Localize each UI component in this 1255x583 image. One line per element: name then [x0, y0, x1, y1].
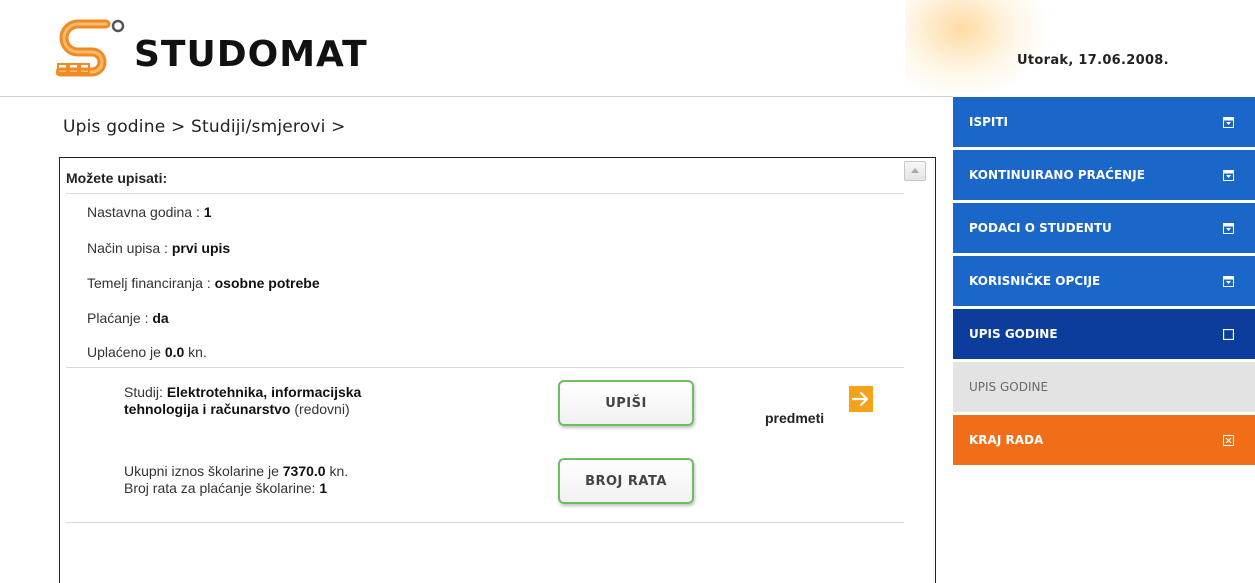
divider: [66, 522, 904, 523]
installments-button[interactable]: BROJ RATA: [558, 458, 694, 504]
menu-item-kraj-rada[interactable]: KRAJ RADA: [953, 415, 1255, 465]
collapse-icon: [1223, 329, 1234, 340]
header: STUDOMAT Utorak, 17.06.2008.: [0, 0, 1255, 97]
close-box-icon: [1223, 435, 1234, 446]
panel-title: Možete upisati:: [66, 170, 168, 186]
info-enrollment-type: Način upisa : prvi upis: [87, 240, 231, 256]
arrow-right-icon: [852, 392, 869, 406]
subjects-label[interactable]: predmeti: [765, 410, 824, 426]
expand-icon: [1223, 170, 1234, 181]
menu-item-ispiti[interactable]: ISPITI: [953, 97, 1255, 147]
subjects-arrow-button[interactable]: [849, 386, 873, 412]
info-paid-amount: Uplaćeno je 0.0 kn.: [87, 344, 207, 360]
studomat-logo: STUDOMAT: [56, 19, 368, 77]
enroll-button[interactable]: UPIŠI: [558, 380, 694, 426]
divider: [66, 193, 904, 194]
submenu-item-upis-godine[interactable]: UPIS GODINE: [953, 362, 1255, 412]
divider: [66, 367, 904, 368]
info-payment: Plaćanje : da: [87, 310, 169, 326]
menu-item-korisnicke-opcije[interactable]: KORISNIČKE OPCIJE: [953, 256, 1255, 306]
logo-text: STUDOMAT: [134, 34, 368, 75]
menu-item-podaci-o-studentu[interactable]: PODACI O STUDENTU: [953, 203, 1255, 253]
menu-item-kontinuirano-pracenje[interactable]: KONTINUIRANO PRAĆENJE: [953, 150, 1255, 200]
side-menu: ISPITI KONTINUIRANO PRAĆENJE PODACI O ST…: [953, 97, 1255, 468]
header-divider: [0, 96, 953, 97]
info-funding-basis: Temelj financiranja : osobne potrebe: [87, 275, 320, 291]
expand-icon: [1223, 223, 1234, 234]
breadcrumb: Upis godine > Studiji/smjerovi >: [63, 117, 346, 137]
expand-icon: [1223, 117, 1234, 128]
tuition-info: Ukupni iznos školarine je 7370.0 kn. Bro…: [124, 463, 349, 496]
expand-icon: [1223, 276, 1234, 287]
study-program: Studij: Elektrotehnika, informacijska te…: [124, 384, 362, 417]
current-date: Utorak, 17.06.2008.: [1017, 53, 1169, 68]
menu-item-upis-godine[interactable]: UPIS GODINE: [953, 309, 1255, 359]
info-academic-year: Nastavna godina : 1: [87, 204, 212, 220]
scroll-up-button[interactable]: [904, 161, 926, 181]
header-glow: [905, 0, 1045, 96]
enrollment-panel: Možete upisati: Nastavna godina : 1 Nači…: [59, 157, 936, 583]
